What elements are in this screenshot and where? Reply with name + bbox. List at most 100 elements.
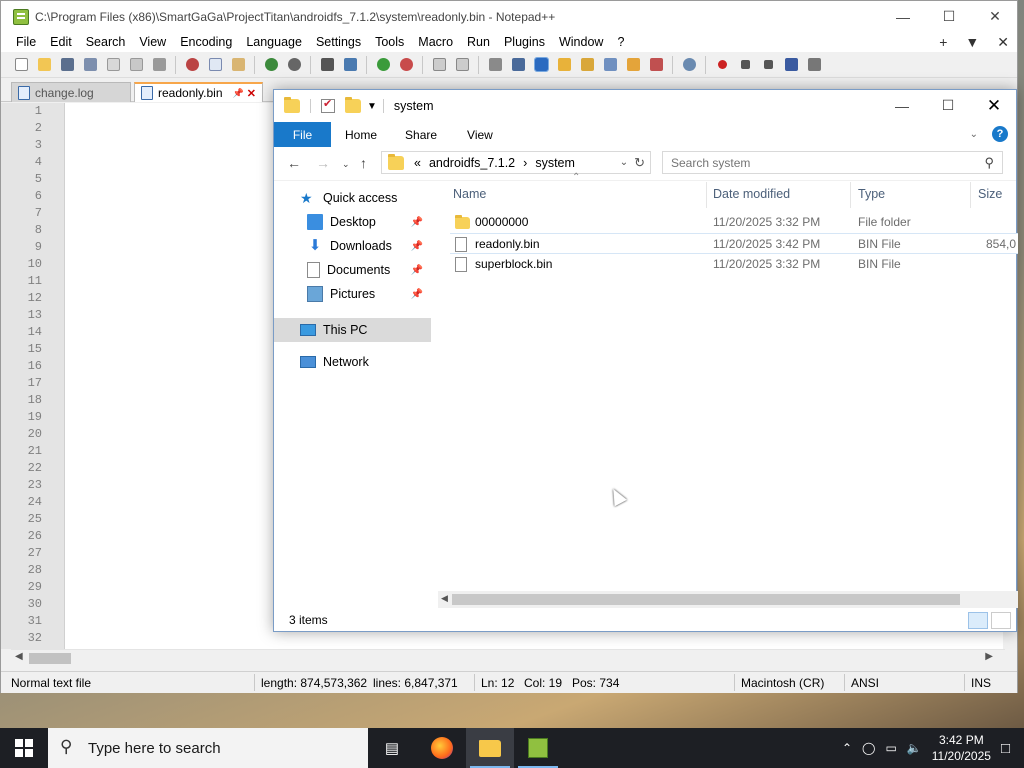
- clock[interactable]: 3:42 PM 11/20/2025: [932, 732, 991, 764]
- refresh-icon[interactable]: ↻: [634, 155, 645, 171]
- nav-network[interactable]: Network: [274, 350, 431, 374]
- close-file-icon[interactable]: [103, 55, 123, 75]
- search-box[interactable]: ⚲: [662, 151, 1003, 174]
- pin-icon[interactable]: 📌: [411, 265, 423, 276]
- notifications-icon[interactable]: □: [1001, 740, 1010, 757]
- recent-locations-icon[interactable]: ⌄: [342, 159, 350, 170]
- open-file-icon[interactable]: [34, 55, 54, 75]
- scrollbar-thumb[interactable]: [452, 594, 960, 605]
- address-dropdown-icon[interactable]: ⌄: [620, 157, 628, 168]
- show-hidden-icons-icon[interactable]: ⌃: [842, 741, 852, 755]
- search-input[interactable]: [671, 155, 971, 170]
- scroll-left-arrow-icon[interactable]: ◀: [441, 593, 448, 604]
- menu-plugins[interactable]: Plugins: [497, 35, 552, 49]
- eye-icon[interactable]: [679, 55, 699, 75]
- paste-icon[interactable]: [228, 55, 248, 75]
- details-view-icon[interactable]: [968, 612, 988, 629]
- expand-ribbon-icon[interactable]: ⌄: [970, 129, 978, 140]
- nav-documents[interactable]: Documents 📌: [274, 258, 431, 282]
- explorer-minimize-button[interactable]: —: [879, 90, 925, 121]
- status-insert-mode[interactable]: INS: [971, 676, 991, 690]
- explorer-taskbar-button[interactable]: [466, 728, 514, 768]
- file-row-readonly-bin[interactable]: readonly.bin 11/20/2025 3:42 PM BIN File…: [450, 233, 1018, 254]
- menu-edit[interactable]: Edit: [43, 35, 79, 49]
- udl-icon[interactable]: [554, 55, 574, 75]
- menu-encoding[interactable]: Encoding: [173, 35, 239, 49]
- search-icon[interactable]: ⚲: [984, 155, 994, 171]
- ribbon-view-tab[interactable]: View: [451, 128, 507, 142]
- menu-window[interactable]: Window: [552, 35, 610, 49]
- menu-language[interactable]: Language: [239, 35, 309, 49]
- npp-close-button[interactable]: ✕: [972, 1, 1018, 32]
- run-macro-multi-icon[interactable]: [781, 55, 801, 75]
- close-doc-icon[interactable]: ✕: [997, 34, 1009, 51]
- folder-workspace-icon[interactable]: [623, 55, 643, 75]
- back-arrow-icon[interactable]: ←: [287, 155, 301, 171]
- properties-icon[interactable]: [321, 97, 335, 113]
- new-folder-icon[interactable]: [345, 97, 361, 113]
- nav-desktop[interactable]: Desktop 📌: [274, 210, 431, 234]
- scroll-right-arrow-icon[interactable]: ▶: [985, 651, 993, 662]
- menu-view[interactable]: View: [132, 35, 173, 49]
- cut-icon[interactable]: [182, 55, 202, 75]
- menu-run[interactable]: Run: [460, 35, 497, 49]
- column-header-type[interactable]: Type: [858, 187, 885, 201]
- breadcrumb-androidfs[interactable]: androidfs_7.1.2: [429, 156, 515, 170]
- breadcrumb-separator[interactable]: ›: [523, 156, 527, 170]
- ribbon-home-tab[interactable]: Home: [331, 128, 391, 142]
- column-header-name[interactable]: Name: [453, 187, 486, 201]
- explorer-window[interactable]: ▼ system — ☐ ✕ File Home Share View ⌄ ? …: [273, 89, 1018, 632]
- doc-map-icon[interactable]: [577, 55, 597, 75]
- show-all-chars-icon[interactable]: [508, 55, 528, 75]
- ribbon-file-tab[interactable]: File: [274, 122, 331, 147]
- nav-pictures[interactable]: Pictures 📌: [274, 282, 431, 306]
- file-row-superblock-bin[interactable]: superblock.bin 11/20/2025 3:32 PM BIN Fi…: [450, 254, 1018, 275]
- new-tab-plus-icon[interactable]: +: [939, 34, 947, 50]
- pin-icon[interactable]: 📌: [411, 289, 423, 300]
- menu-help[interactable]: ?: [610, 35, 631, 49]
- record-macro-icon[interactable]: [712, 55, 732, 75]
- large-icons-view-icon[interactable]: [991, 612, 1011, 629]
- pin-icon[interactable]: 📌: [411, 217, 423, 228]
- pin-icon[interactable]: 📌: [233, 88, 244, 99]
- nav-this-pc[interactable]: This PC: [274, 318, 431, 342]
- forward-arrow-icon[interactable]: →: [316, 155, 330, 171]
- save-all-icon[interactable]: [80, 55, 100, 75]
- volume-muted-icon[interactable]: 🔈: [907, 741, 922, 755]
- play-macro-icon[interactable]: [758, 55, 778, 75]
- word-wrap-icon[interactable]: [485, 55, 505, 75]
- undo-icon[interactable]: [261, 55, 281, 75]
- npp-maximize-button[interactable]: ☐: [926, 1, 972, 32]
- menu-file[interactable]: File: [9, 35, 43, 49]
- save-macro-icon[interactable]: [804, 55, 824, 75]
- explorer-title-bar[interactable]: ▼ system — ☐ ✕: [274, 90, 1016, 122]
- zoom-out-icon[interactable]: [396, 55, 416, 75]
- find-icon[interactable]: [317, 55, 337, 75]
- breadcrumb-overflow[interactable]: «: [414, 156, 421, 170]
- qat-dropdown-icon[interactable]: ▼: [367, 101, 377, 112]
- replace-icon[interactable]: [340, 55, 360, 75]
- taskbar-search-box[interactable]: ⚲ Type here to search: [48, 728, 368, 768]
- stop-macro-icon[interactable]: [735, 55, 755, 75]
- explorer-maximize-button[interactable]: ☐: [925, 90, 971, 121]
- copy-icon[interactable]: [205, 55, 225, 75]
- explorer-close-button[interactable]: ✕: [971, 90, 1017, 121]
- function-list-icon[interactable]: [600, 55, 620, 75]
- status-eol[interactable]: Macintosh (CR): [741, 676, 824, 690]
- close-tab-icon[interactable]: ✕: [247, 87, 256, 100]
- pin-icon[interactable]: 📌: [411, 241, 423, 252]
- breadcrumb-system[interactable]: system: [535, 156, 575, 170]
- ribbon-share-tab[interactable]: Share: [391, 128, 451, 142]
- column-header-size[interactable]: Size: [978, 187, 1002, 201]
- zoom-in-icon[interactable]: [373, 55, 393, 75]
- menu-search[interactable]: Search: [79, 35, 133, 49]
- npp-title-bar[interactable]: C:\Program Files (x86)\SmartGaGa\Project…: [1, 1, 1017, 32]
- app-tray-icon[interactable]: ◯: [862, 741, 875, 755]
- sync-h-icon[interactable]: [452, 55, 472, 75]
- scrollbar-thumb[interactable]: [29, 653, 71, 664]
- start-button[interactable]: [0, 728, 48, 768]
- npp-minimize-button[interactable]: —: [880, 1, 926, 32]
- editor-horizontal-scrollbar[interactable]: ◀ ▶: [11, 649, 1005, 666]
- address-bar[interactable]: « androidfs_7.1.2 › system ⌄ ↻: [381, 151, 651, 174]
- nav-downloads[interactable]: ⬇ Downloads 📌: [274, 234, 431, 258]
